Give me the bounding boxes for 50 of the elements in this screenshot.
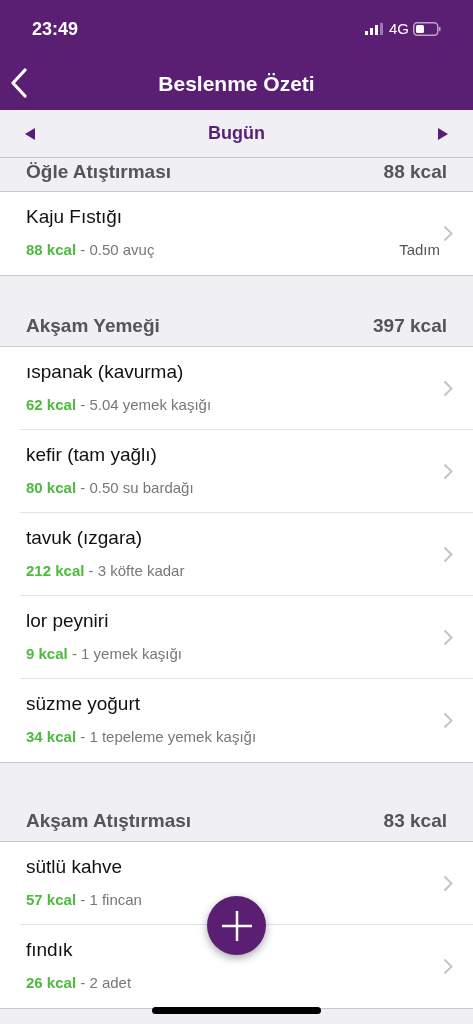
food-item[interactable]: tavuk (ızgara) 212 kcal - 3 köfte kadar (0, 513, 473, 596)
meal-total: 83 kcal (383, 808, 447, 833)
food-detail: 212 kcal - 3 köfte kadar (26, 560, 185, 581)
meal-title: Öğle Atıştırması (26, 162, 171, 181)
food-detail: 62 kcal - 5.04 yemek kaşığı (26, 394, 212, 415)
food-name: lor peyniri (26, 609, 109, 633)
food-name: ıspanak (kavurma) (26, 360, 184, 384)
chevron-icon (443, 225, 453, 242)
meal-title: Akşam Yemeği (26, 313, 160, 338)
food-item[interactable]: sütlü kahve 57 kcal - 1 fincan (0, 842, 473, 925)
food-detail: 80 kcal - 0.50 su bardağı (26, 477, 194, 498)
food-name: Kaju Fıstığı (26, 205, 123, 229)
back-icon (10, 68, 28, 98)
food-item[interactable]: Kaju Fıstığı 88 kcal - 0.50 avuç Tadım (0, 192, 473, 275)
food-item[interactable]: lor peyniri 9 kcal - 1 yemek kaşığı (0, 596, 473, 679)
food-detail: 88 kcal - 0.50 avuç (26, 239, 155, 260)
food-detail: 57 kcal - 1 fincan (26, 889, 142, 910)
chevron-icon (443, 875, 453, 892)
food-name: kefir (tam yağlı) (26, 443, 157, 467)
date-label: Bugün (208, 122, 265, 145)
next-day-button[interactable] (437, 126, 449, 141)
battery-icon (413, 22, 441, 36)
meal-total: 88 kcal (383, 162, 447, 181)
previous-day-button[interactable] (24, 126, 36, 141)
chevron-icon (443, 712, 453, 729)
back-button[interactable] (10, 68, 28, 98)
chevron-icon (443, 380, 453, 397)
food-detail: 9 kcal - 1 yemek kaşığı (26, 643, 182, 664)
food-name: tavuk (ızgara) (26, 526, 143, 550)
food-item[interactable]: fındık 26 kcal - 2 adet (0, 925, 473, 1008)
signal-icon (365, 23, 385, 35)
chevron-icon (443, 546, 453, 563)
meal-total: 397 kcal (373, 313, 447, 338)
food-detail: 34 kcal - 1 tepeleme yemek kaşığı (26, 726, 257, 747)
chevron-icon (443, 958, 453, 975)
food-item[interactable]: süzme yoğurt 34 kcal - 1 tepeleme yemek kaşığı (0, 679, 473, 762)
food-item[interactable]: kefir (tam yağlı) 80 kcal - 0.50 su bardağı (0, 430, 473, 513)
food-item[interactable]: ıspanak (kavurma) 62 kcal - 5.04 yemek kaşığı (0, 347, 473, 430)
food-name: sütlü kahve (26, 855, 123, 879)
meal-title: Akşam Atıştırması (26, 808, 192, 833)
food-detail: 26 kcal - 2 adet (26, 972, 132, 993)
food-name: fındık (26, 938, 73, 962)
food-brand: Tadım (399, 239, 440, 260)
food-name: süzme yoğurt (26, 692, 141, 716)
chevron-icon (443, 463, 453, 480)
plus-icon (219, 908, 254, 943)
status-time: 23:49 (32, 17, 79, 41)
network-label: 4G (389, 18, 409, 39)
chevron-icon (443, 629, 453, 646)
screen-title: Beslenme Özeti (158, 71, 315, 98)
